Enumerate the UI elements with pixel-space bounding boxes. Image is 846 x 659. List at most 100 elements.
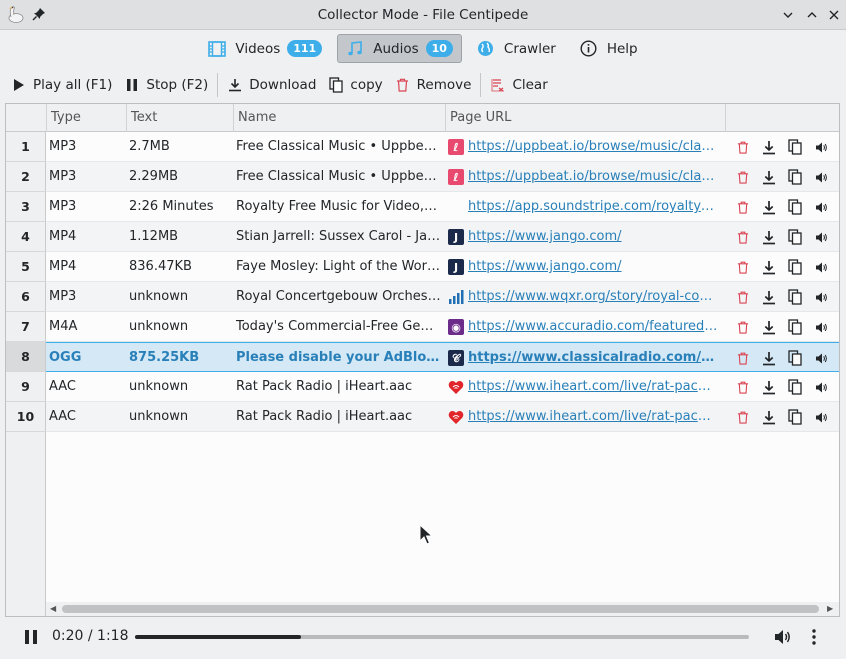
- table-row[interactable]: 4 MP4 1.12MB Stian Jarrell: Sussex Carol…: [6, 222, 839, 252]
- tab-crawler[interactable]: Crawler: [468, 34, 565, 63]
- scroll-right-icon[interactable]: ▶: [827, 604, 837, 614]
- page-url-link[interactable]: https://www.iheart.com/live/rat-pack-rad…: [468, 372, 718, 401]
- table-row[interactable]: 8 OGG 875.25KB Please disable your AdBlo…: [6, 342, 839, 372]
- delete-icon[interactable]: [734, 318, 752, 336]
- row-cells[interactable]: MP3 2:26 Minutes Royalty Free Music for …: [46, 192, 839, 222]
- table-row[interactable]: 3 MP3 2:26 Minutes Royalty Free Music fo…: [6, 192, 839, 222]
- copy-icon[interactable]: [786, 258, 804, 276]
- speaker-icon[interactable]: [812, 258, 830, 276]
- page-url-link[interactable]: https://www.jango.com/: [468, 222, 718, 251]
- corner-header[interactable]: [6, 104, 47, 132]
- download-icon[interactable]: [760, 138, 778, 156]
- row-number[interactable]: 3: [6, 192, 46, 222]
- tab-videos[interactable]: Videos 111: [199, 34, 331, 63]
- horizontal-scrollbar[interactable]: ◀ ▶: [46, 602, 839, 616]
- copy-icon[interactable]: [786, 198, 804, 216]
- copy-icon[interactable]: [786, 288, 804, 306]
- download-icon[interactable]: [760, 228, 778, 246]
- remove-button[interactable]: Remove: [389, 71, 478, 99]
- table-row[interactable]: 1 MP3 2.7MB Free Classical Music • Uppbe…: [6, 132, 839, 162]
- column-header-type[interactable]: Type: [47, 104, 127, 132]
- delete-icon[interactable]: [734, 378, 752, 396]
- speaker-icon[interactable]: [812, 408, 830, 426]
- page-url-link[interactable]: https://uppbeat.io/browse/music/classica…: [468, 162, 718, 191]
- delete-icon[interactable]: [734, 349, 752, 367]
- page-url-link[interactable]: https://www.classicalradio.com/abo...: [468, 343, 718, 372]
- copy-icon[interactable]: [786, 318, 804, 336]
- row-number[interactable]: 6: [6, 282, 46, 312]
- page-url-link[interactable]: https://www.accuradio.com/featured/cxfr.…: [468, 312, 718, 341]
- row-number[interactable]: 7: [6, 312, 46, 342]
- speaker-icon[interactable]: [812, 378, 830, 396]
- download-icon[interactable]: [760, 349, 778, 367]
- column-header-text[interactable]: Text: [127, 104, 234, 132]
- row-number[interactable]: 5: [6, 252, 46, 282]
- maximize-button[interactable]: [803, 6, 821, 24]
- row-number[interactable]: 8: [6, 342, 46, 372]
- download-icon[interactable]: [760, 318, 778, 336]
- delete-icon[interactable]: [734, 408, 752, 426]
- tab-audios[interactable]: Audios 10: [337, 34, 462, 63]
- table-row[interactable]: 2 MP3 2.29MB Free Classical Music • Uppb…: [6, 162, 839, 192]
- row-cells[interactable]: M4A unknown Today's Commercial-Free Genr…: [46, 312, 839, 342]
- speaker-icon[interactable]: [812, 138, 830, 156]
- table-row[interactable]: 7 M4A unknown Today's Commercial-Free Ge…: [6, 312, 839, 342]
- scrollbar-thumb[interactable]: [62, 605, 819, 613]
- download-icon[interactable]: [760, 378, 778, 396]
- copy-icon[interactable]: [786, 168, 804, 186]
- table-row[interactable]: 6 MP3 unknown Royal Concertgebouw Orches…: [6, 282, 839, 312]
- column-header-name[interactable]: Name: [234, 104, 446, 132]
- more-options-icon[interactable]: [808, 628, 820, 646]
- speaker-icon[interactable]: [812, 168, 830, 186]
- copy-button[interactable]: copy: [322, 71, 388, 99]
- row-number[interactable]: 4: [6, 222, 46, 252]
- delete-icon[interactable]: [734, 168, 752, 186]
- row-number[interactable]: 2: [6, 162, 46, 192]
- download-icon[interactable]: [760, 168, 778, 186]
- delete-icon[interactable]: [734, 288, 752, 306]
- row-number[interactable]: 1: [6, 132, 46, 162]
- copy-icon[interactable]: [786, 138, 804, 156]
- row-number[interactable]: 9: [6, 372, 46, 402]
- download-icon[interactable]: [760, 258, 778, 276]
- copy-icon[interactable]: [786, 408, 804, 426]
- minimize-button[interactable]: [779, 6, 797, 24]
- download-icon[interactable]: [760, 198, 778, 216]
- row-cells[interactable]: AAC unknown Rat Pack Radio | iHeart.aac …: [46, 372, 839, 402]
- delete-icon[interactable]: [734, 258, 752, 276]
- column-header-page-url[interactable]: Page URL: [446, 104, 726, 132]
- row-cells[interactable]: OGG 875.25KB Please disable your AdBlock…: [46, 342, 839, 372]
- row-cells[interactable]: AAC unknown Rat Pack Radio | iHeart.aac …: [46, 402, 839, 432]
- delete-icon[interactable]: [734, 198, 752, 216]
- delete-icon[interactable]: [734, 228, 752, 246]
- clear-button[interactable]: Clear: [484, 71, 553, 99]
- download-button[interactable]: Download: [221, 71, 322, 99]
- play-all-button[interactable]: Play all (F1): [5, 71, 118, 99]
- seek-bar[interactable]: [135, 635, 749, 639]
- stop-button[interactable]: Stop (F2): [118, 71, 214, 99]
- page-url-link[interactable]: https://www.wqxr.org/story/royal-concert…: [468, 282, 718, 311]
- volume-icon[interactable]: [774, 628, 792, 646]
- table-row[interactable]: 9 AAC unknown Rat Pack Radio | iHeart.aa…: [6, 372, 839, 402]
- tab-help[interactable]: Help: [571, 34, 647, 63]
- delete-icon[interactable]: [734, 138, 752, 156]
- row-cells[interactable]: MP3 unknown Royal Concertgebouw Orchestr…: [46, 282, 839, 312]
- scroll-left-icon[interactable]: ◀: [50, 604, 60, 614]
- speaker-icon[interactable]: [812, 349, 830, 367]
- download-icon[interactable]: [760, 288, 778, 306]
- pause-icon[interactable]: [24, 630, 38, 644]
- copy-icon[interactable]: [786, 349, 804, 367]
- table-row[interactable]: 10 AAC unknown Rat Pack Radio | iHeart.a…: [6, 402, 839, 432]
- speaker-icon[interactable]: [812, 318, 830, 336]
- close-button[interactable]: [825, 6, 843, 24]
- speaker-icon[interactable]: [812, 198, 830, 216]
- table-row[interactable]: 5 MP4 836.47KB Faye Mosley: Light of the…: [6, 252, 839, 282]
- row-cells[interactable]: MP4 1.12MB Stian Jarrell: Sussex Carol -…: [46, 222, 839, 252]
- row-cells[interactable]: MP3 2.29MB Free Classical Music • Uppbea…: [46, 162, 839, 192]
- row-cells[interactable]: MP4 836.47KB Faye Mosley: Light of the W…: [46, 252, 839, 282]
- page-url-link[interactable]: https://www.jango.com/: [468, 252, 718, 281]
- page-url-link[interactable]: https://www.iheart.com/live/rat-pack-rad…: [468, 402, 718, 431]
- copy-icon[interactable]: [786, 228, 804, 246]
- copy-icon[interactable]: [786, 378, 804, 396]
- row-number[interactable]: 10: [6, 402, 46, 432]
